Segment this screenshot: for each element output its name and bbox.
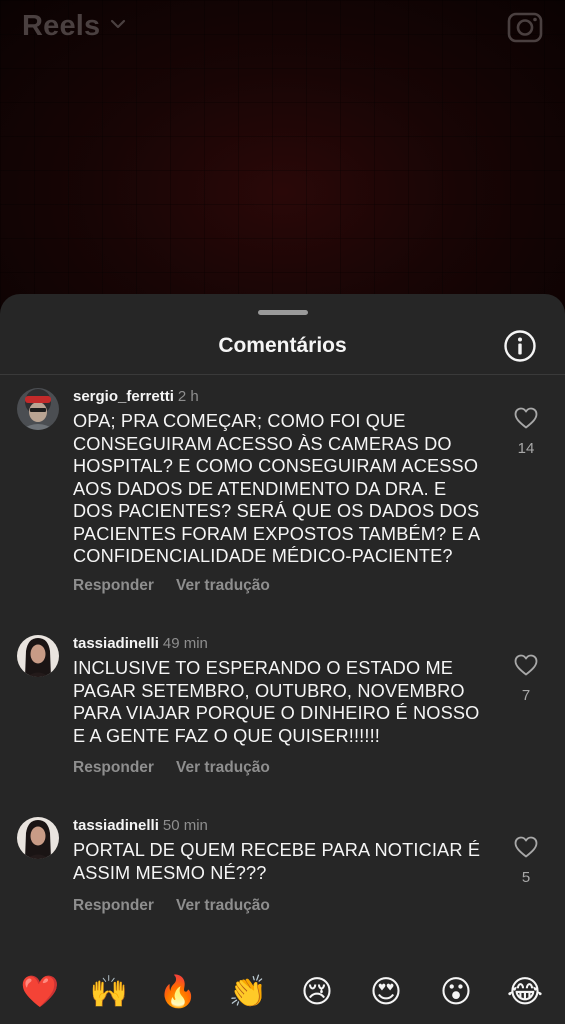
emoji-raised-hands[interactable]: 🙌 <box>89 972 129 1012</box>
comment-actions: Responder Ver tradução <box>73 759 270 777</box>
reply-button[interactable]: Responder <box>73 897 154 914</box>
avatar[interactable] <box>17 817 59 859</box>
emoji-crying-face[interactable]: 😢 <box>297 972 337 1012</box>
comment-actions: Responder Ver tradução <box>73 577 270 595</box>
heart-icon[interactable] <box>514 407 538 429</box>
emoji-heart[interactable]: ❤️ <box>20 972 60 1012</box>
emoji-surprised-face[interactable]: 😮 <box>436 972 476 1012</box>
comment-username[interactable]: sergio_ferretti <box>73 388 174 405</box>
reels-title[interactable]: Reels <box>22 10 100 43</box>
comment-time: 49 min <box>162 635 208 652</box>
comment-text: INCLUSIVE TO ESPERANDO O ESTADO ME PAGAR… <box>73 658 480 746</box>
emoji-clapping-hands[interactable]: 👏 <box>228 972 268 1012</box>
sheet-title: Comentários <box>218 334 347 357</box>
comment-text: OPA; PRA COMEÇAR; COMO FOI QUE CONSEGUIR… <box>73 411 481 566</box>
top-bar: Reels <box>0 0 565 54</box>
sheet-grabber[interactable] <box>258 310 308 315</box>
comment-meta: tassiadinelli 50 min <box>73 817 208 834</box>
comment-meta: sergio_ferretti 2 h <box>73 388 199 405</box>
avatar[interactable] <box>17 635 59 677</box>
comment-time: 2 h <box>177 388 199 405</box>
translate-button[interactable]: Ver tradução <box>176 759 270 776</box>
heart-icon[interactable] <box>514 654 538 676</box>
translate-button[interactable]: Ver tradução <box>176 577 270 594</box>
emoji-laughing-tears[interactable]: 😂 <box>505 972 545 1012</box>
comment-actions: Responder Ver tradução <box>73 897 270 915</box>
emoji-reaction-bar: ❤️ 🙌 🔥 👏 😢 😍 😮 😂 <box>0 958 565 1024</box>
reply-button[interactable]: Responder <box>73 759 154 776</box>
heart-icon[interactable] <box>514 836 538 858</box>
comment-text: PORTAL DE QUEM RECEBE PARA NOTICIAR É AS… <box>73 840 481 883</box>
comment-time: 50 min <box>162 817 208 834</box>
divider <box>0 374 565 375</box>
info-icon[interactable] <box>503 329 537 363</box>
emoji-fire[interactable]: 🔥 <box>158 972 198 1012</box>
like-count: 7 <box>521 687 531 704</box>
chevron-down-icon[interactable] <box>110 18 126 30</box>
camera-icon[interactable] <box>507 9 543 43</box>
reply-button[interactable]: Responder <box>73 577 154 594</box>
comment-username[interactable]: tassiadinelli <box>73 817 159 834</box>
comment-username[interactable]: tassiadinelli <box>73 635 159 652</box>
emoji-heart-eyes[interactable]: 😍 <box>366 972 406 1012</box>
like-count: 14 <box>517 440 535 457</box>
translate-button[interactable]: Ver tradução <box>176 897 270 914</box>
like-count: 5 <box>521 869 531 886</box>
comment-meta: tassiadinelli 49 min <box>73 635 208 652</box>
avatar[interactable] <box>17 388 59 430</box>
